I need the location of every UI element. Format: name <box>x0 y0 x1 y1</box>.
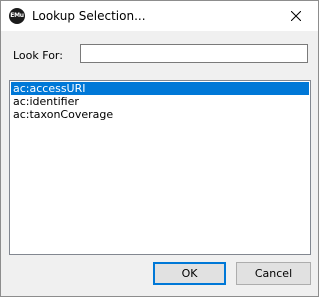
window-title: Lookup Selection... <box>32 9 146 23</box>
look-for-label: Look For: <box>13 49 63 62</box>
app-logo-icon: EMu <box>9 8 25 24</box>
title-bar[interactable]: EMu Lookup Selection... <box>1 1 318 31</box>
lookup-list[interactable]: ac:accessURI ac:identifier ac:taxonCover… <box>9 80 311 255</box>
cancel-button[interactable]: Cancel <box>236 262 311 285</box>
close-button[interactable] <box>274 1 318 31</box>
list-item[interactable]: ac:identifier <box>11 95 309 108</box>
look-for-input[interactable] <box>80 44 308 63</box>
list-item[interactable]: ac:accessURI <box>11 82 309 95</box>
close-icon <box>291 11 301 21</box>
list-item[interactable]: ac:taxonCoverage <box>11 108 309 121</box>
lookup-selection-dialog: EMu Lookup Selection... Look For: ac:acc… <box>0 0 319 297</box>
ok-button[interactable]: OK <box>153 262 226 285</box>
